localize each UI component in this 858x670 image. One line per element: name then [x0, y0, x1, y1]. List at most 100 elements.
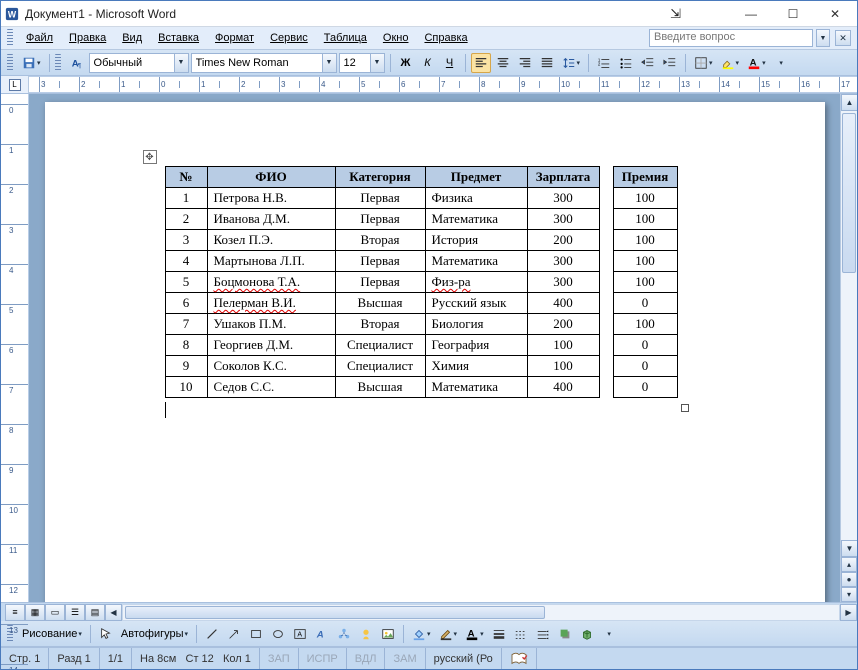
toolbar-overflow[interactable]: ▾: [771, 53, 791, 73]
insert-picture-button[interactable]: [378, 624, 398, 644]
style-combo-input[interactable]: [89, 53, 175, 73]
status-trk[interactable]: ИСПР: [299, 648, 347, 669]
select-objects-button[interactable]: [96, 624, 116, 644]
menu-help[interactable]: Справка: [417, 30, 474, 46]
vertical-ruler[interactable]: 01234567891011121314: [1, 94, 29, 602]
hscroll-track[interactable]: [122, 604, 840, 621]
menu-table[interactable]: Таблица: [317, 30, 374, 46]
minimize-button[interactable]: —: [733, 4, 769, 24]
document-viewport[interactable]: ✥ № ФИО Категория Предмет Зарплата Преми…: [29, 94, 840, 602]
menu-view[interactable]: Вид: [115, 30, 149, 46]
style-combo[interactable]: ▼: [89, 53, 189, 73]
col-subject[interactable]: Предмет: [425, 167, 527, 188]
menu-edit[interactable]: Правка: [62, 30, 113, 46]
view-print[interactable]: ▭: [45, 604, 65, 621]
font-combo[interactable]: ▼: [191, 53, 337, 73]
save-button[interactable]: ▾: [19, 53, 44, 73]
size-combo-dropdown[interactable]: ▼: [371, 53, 385, 73]
next-page-button[interactable]: ▾: [841, 587, 857, 602]
horizontal-ruler[interactable]: 3210123456789101112131415161718: [29, 76, 857, 93]
menu-insert[interactable]: Вставка: [151, 30, 206, 46]
borders-button[interactable]: ▾: [691, 53, 716, 73]
size-combo[interactable]: ▼: [339, 53, 385, 73]
line-tool[interactable]: [202, 624, 222, 644]
table-row[interactable]: 1Петрова Н.В.ПерваяФизика300100: [165, 188, 677, 209]
scroll-left-button[interactable]: ◀: [105, 604, 122, 621]
decrease-indent-button[interactable]: [638, 53, 658, 73]
3d-button[interactable]: [577, 624, 597, 644]
table-row[interactable]: 10Седов С.С.ВысшаяМатематика4000: [165, 377, 677, 398]
table-move-handle[interactable]: ✥: [143, 150, 157, 164]
line-color-button[interactable]: ▾: [436, 624, 461, 644]
help-search-input[interactable]: Введите вопрос: [649, 29, 813, 47]
status-language[interactable]: русский (Ро: [426, 648, 502, 669]
table-row[interactable]: 8Георгиев Д.М.СпециалистГеография1000: [165, 335, 677, 356]
table-resize-handle[interactable]: [681, 404, 689, 412]
align-right-button[interactable]: [515, 53, 535, 73]
size-combo-input[interactable]: [339, 53, 371, 73]
arrow-style-button[interactable]: [533, 624, 553, 644]
maximize-button[interactable]: ☐: [775, 4, 811, 24]
menu-format[interactable]: Формат: [208, 30, 261, 46]
menu-window[interactable]: Окно: [376, 30, 416, 46]
line-spacing-button[interactable]: ▾: [559, 53, 584, 73]
vscroll-thumb[interactable]: [842, 113, 856, 273]
textbox-tool[interactable]: A: [290, 624, 310, 644]
text-color-button[interactable]: A▾: [462, 624, 487, 644]
rectangle-tool[interactable]: [246, 624, 266, 644]
bold-button[interactable]: Ж: [396, 53, 416, 73]
scroll-up-button[interactable]: ▲: [841, 94, 858, 111]
align-center-button[interactable]: [493, 53, 513, 73]
font-color-button[interactable]: A▾: [744, 53, 769, 73]
vertical-scrollbar[interactable]: ▲ ▼ ▴ ● ▾: [840, 94, 857, 602]
fill-color-button[interactable]: ▾: [409, 624, 434, 644]
table-row[interactable]: 2Иванова Д.М.ПерваяМатематика300100: [165, 209, 677, 230]
close-button[interactable]: ✕: [817, 4, 853, 24]
dash-style-button[interactable]: [511, 624, 531, 644]
help-search-dropdown[interactable]: ▼: [816, 29, 830, 47]
col-salary[interactable]: Зарплата: [527, 167, 599, 188]
style-combo-dropdown[interactable]: ▼: [175, 53, 189, 73]
arrow-tool[interactable]: [224, 624, 244, 644]
drawbar-overflow[interactable]: ▾: [599, 624, 619, 644]
tab-selector[interactable]: L: [1, 76, 29, 93]
scroll-down-button[interactable]: ▼: [841, 540, 858, 557]
status-spellcheck-icon[interactable]: [502, 648, 537, 669]
oval-tool[interactable]: [268, 624, 288, 644]
col-fio[interactable]: ФИО: [207, 167, 335, 188]
prev-page-button[interactable]: ▴: [841, 557, 857, 572]
scroll-right-button[interactable]: ▶: [840, 604, 857, 621]
status-rec[interactable]: ЗАП: [260, 648, 299, 669]
table-row[interactable]: 7Ушаков П.М.ВтораяБиология200100: [165, 314, 677, 335]
browse-object-button[interactable]: ●: [841, 572, 857, 587]
table-row[interactable]: 5Боцмонова Т.А.ПерваяФиз-ра300100: [165, 272, 677, 293]
underline-button[interactable]: Ч: [440, 53, 460, 73]
bulleted-list-button[interactable]: [616, 53, 636, 73]
highlight-button[interactable]: ▾: [718, 53, 743, 73]
status-ovr[interactable]: ЗАМ: [385, 648, 425, 669]
align-left-button[interactable]: [471, 53, 491, 73]
col-number[interactable]: №: [165, 167, 207, 188]
autoshapes-menu[interactable]: Автофигуры▾: [118, 624, 191, 644]
menu-gripper[interactable]: [7, 29, 13, 47]
menu-tools[interactable]: Сервис: [263, 30, 315, 46]
vscroll-track[interactable]: [841, 111, 857, 540]
toolbar-gripper-1[interactable]: [7, 54, 13, 72]
align-justify-button[interactable]: [537, 53, 557, 73]
shadow-button[interactable]: [555, 624, 575, 644]
clipart-button[interactable]: [356, 624, 376, 644]
italic-button[interactable]: К: [418, 53, 438, 73]
status-ext[interactable]: ВДЛ: [347, 648, 386, 669]
doc-close-button[interactable]: ✕: [835, 30, 851, 46]
wordart-button[interactable]: A: [312, 624, 332, 644]
table-row[interactable]: 9Соколов К.С.СпециалистХимия1000: [165, 356, 677, 377]
table-row[interactable]: 6Пелерман В.И.ВысшаяРусский язык4000: [165, 293, 677, 314]
line-weight-button[interactable]: [489, 624, 509, 644]
col-bonus[interactable]: Премия: [613, 167, 677, 188]
increase-indent-button[interactable]: [660, 53, 680, 73]
view-web[interactable]: ▦: [25, 604, 45, 621]
view-normal[interactable]: ≡: [5, 604, 25, 621]
numbered-list-button[interactable]: 12: [594, 53, 614, 73]
toolbar-gripper-2[interactable]: [55, 54, 61, 72]
table-row[interactable]: 4Мартынова Л.П.ПерваяМатематика300100: [165, 251, 677, 272]
